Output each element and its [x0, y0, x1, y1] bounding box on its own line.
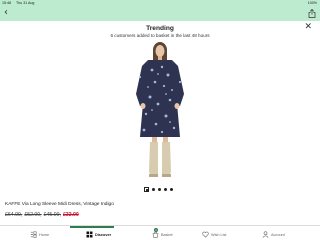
active-tab-indicator [70, 226, 114, 228]
carousel-dot[interactable] [144, 187, 149, 192]
chevron-left-icon[interactable]: ‹ [4, 8, 8, 18]
tab-label: Account [271, 232, 285, 237]
heart-icon [202, 231, 209, 238]
carousel-dot[interactable] [152, 188, 155, 191]
old-price: £52.00, [24, 212, 42, 218]
discover-icon [86, 231, 93, 238]
tab-label: Discover [95, 232, 112, 237]
tab-bar: Home Discover 1 Basket Wish List Account [0, 225, 320, 240]
nav-bar: ‹ [0, 6, 320, 21]
tab-home[interactable]: Home [30, 230, 49, 239]
trending-title: Trending [146, 25, 174, 32]
basket-badge: 1 [154, 228, 158, 232]
carousel-dot[interactable] [170, 188, 173, 191]
basket-icon [152, 231, 159, 238]
tab-label: Home [39, 232, 50, 237]
tab-label: Wish List [211, 232, 227, 237]
tab-basket[interactable]: 1 Basket [152, 228, 173, 239]
status-date: Thu 31 Aug [16, 1, 35, 5]
price-line: £64.99, £52.00, £45.00, £32.00 [5, 212, 79, 218]
status-time: 15:48 [2, 1, 11, 5]
carousel-dot[interactable] [164, 188, 167, 191]
account-icon [262, 231, 269, 238]
tab-account[interactable]: Account [262, 230, 285, 239]
home-icon [30, 231, 37, 238]
old-price: £64.99, [5, 212, 23, 218]
carousel-dots[interactable] [144, 187, 173, 192]
tab-discover[interactable]: Discover [86, 230, 111, 239]
battery-level: 100% [307, 1, 317, 5]
product-name: KAFFE Via Long Sleeve Midi Dress, Vintag… [5, 202, 114, 207]
close-icon[interactable]: ✕ [304, 23, 312, 32]
current-price: £32.00 [62, 212, 79, 218]
old-price: £45.00, [43, 212, 61, 218]
carousel-dot[interactable] [158, 188, 161, 191]
share-icon[interactable] [308, 9, 316, 18]
tab-label: Basket [161, 232, 173, 237]
tab-wish-list[interactable]: Wish List [202, 230, 226, 239]
product-image[interactable] [100, 42, 220, 182]
trending-subtitle: 6 customers added to basket in the last … [110, 33, 210, 38]
